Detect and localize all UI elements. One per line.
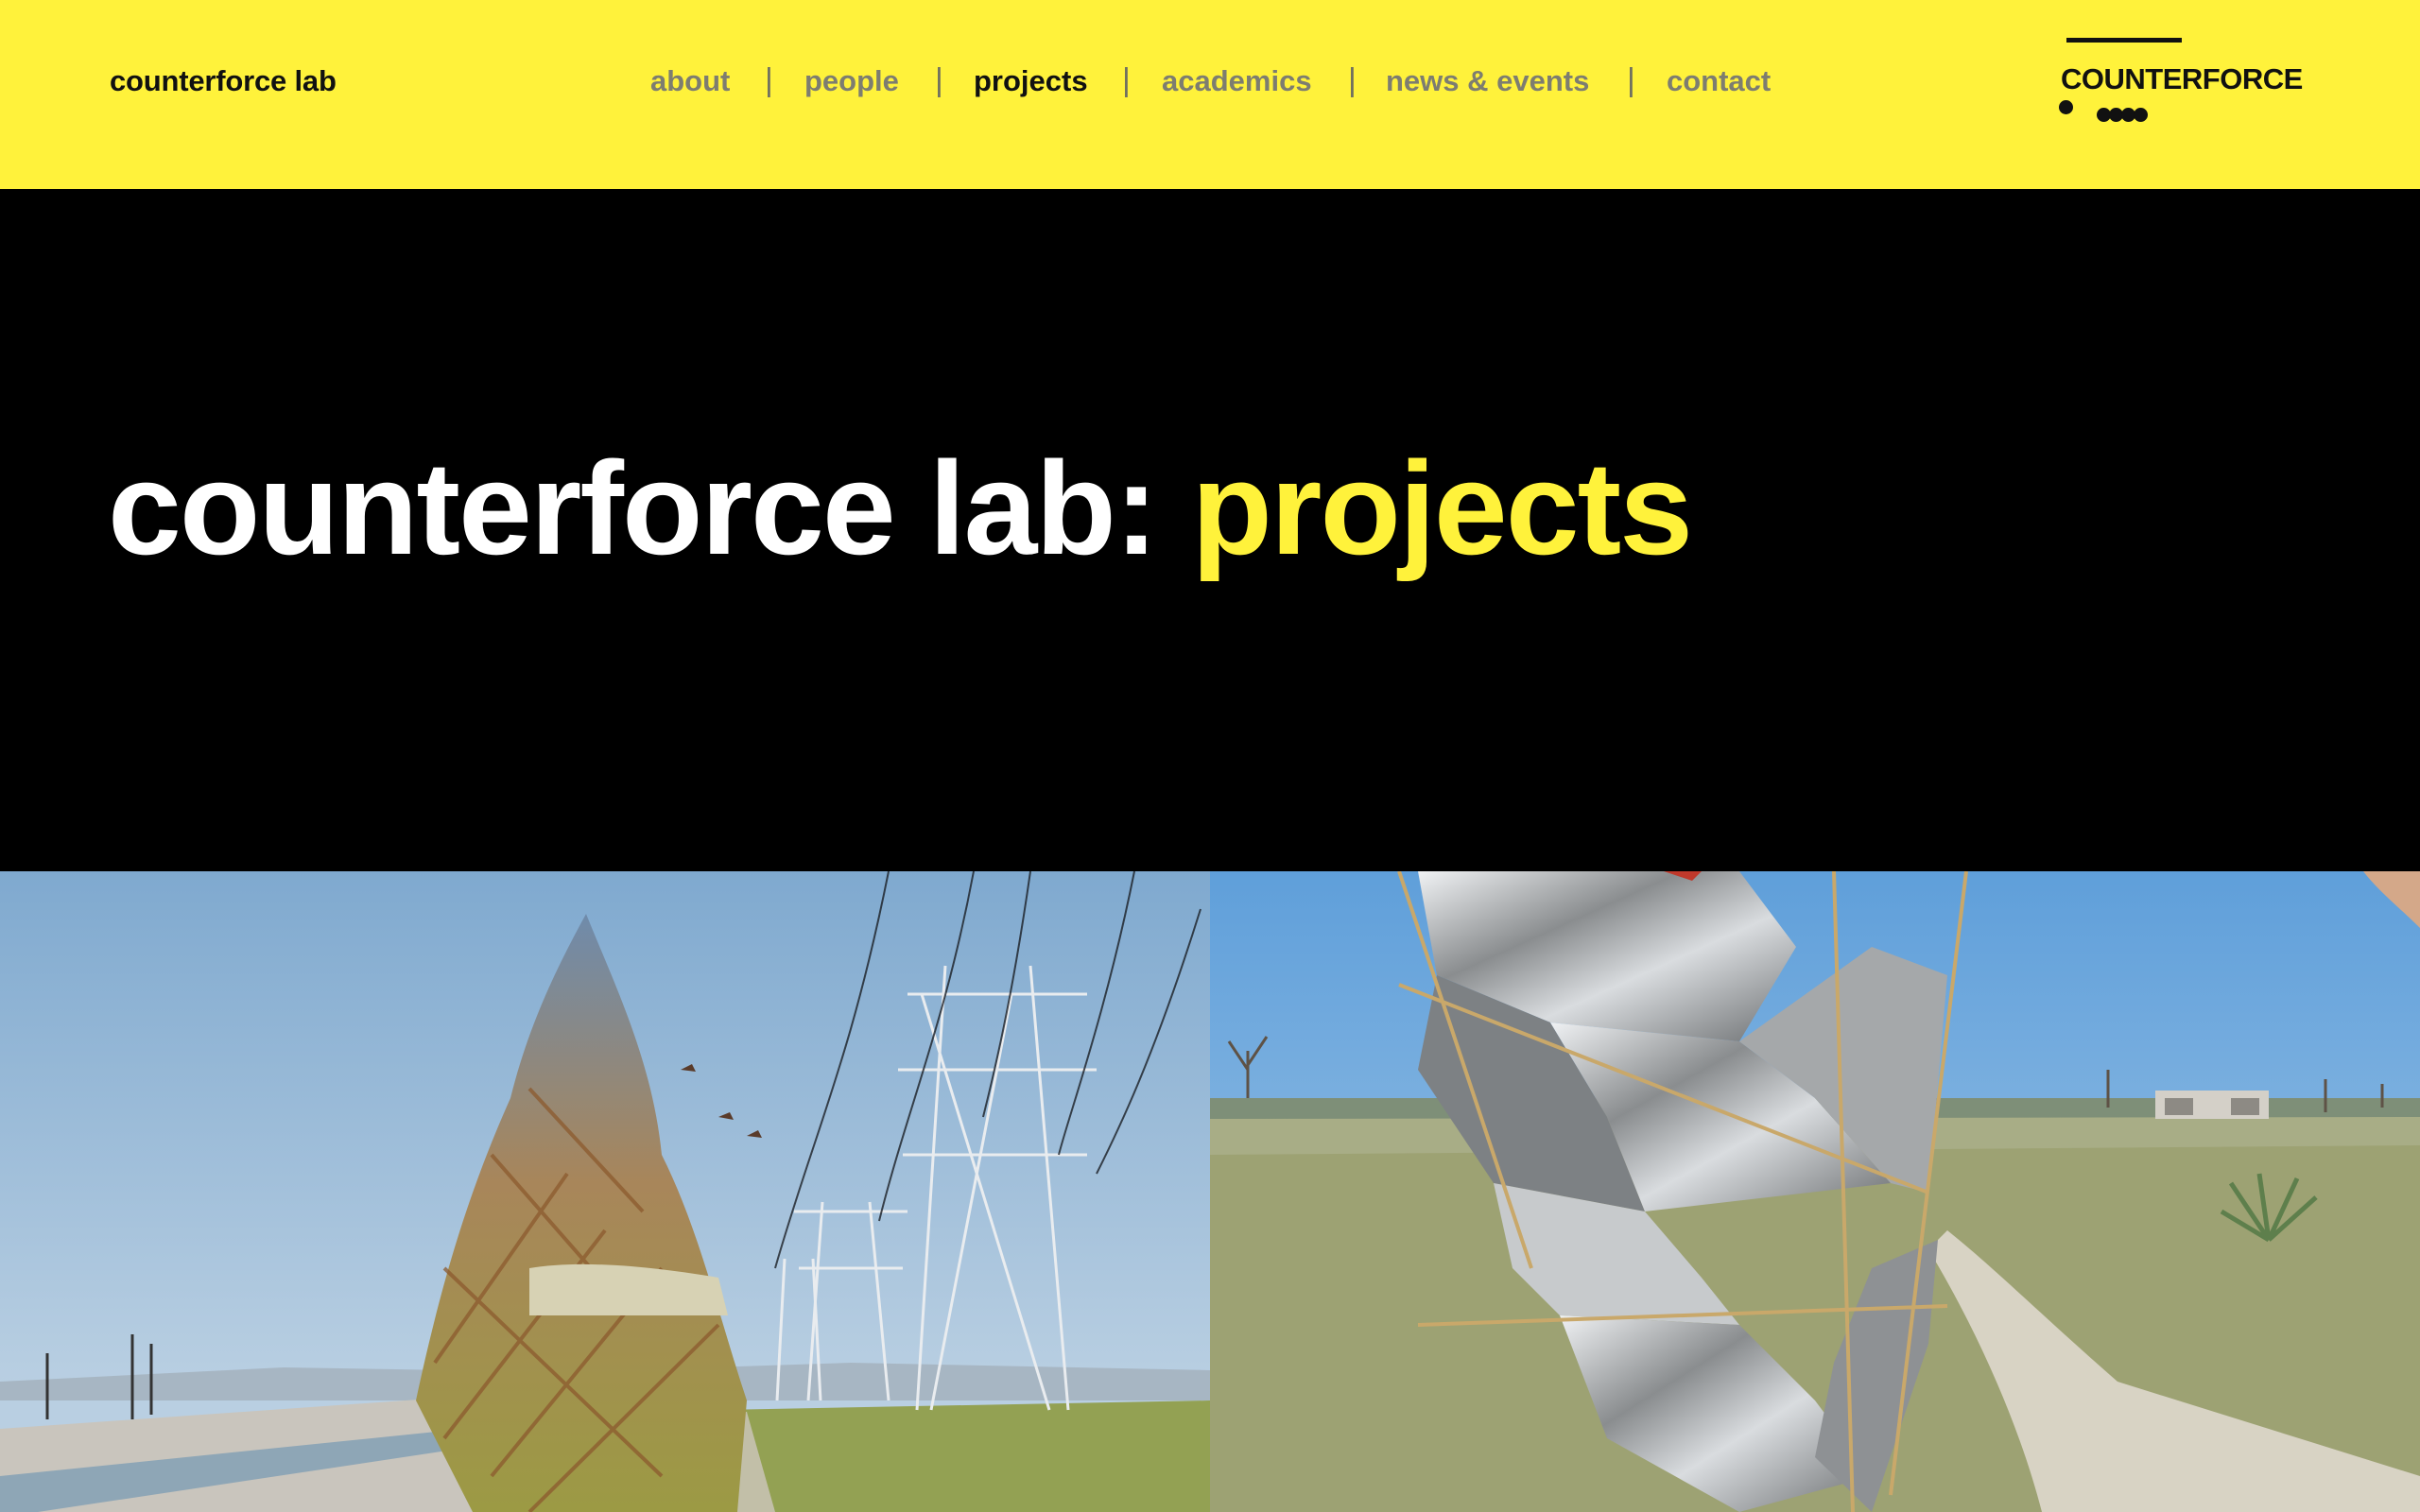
logo-bar xyxy=(2066,38,2182,43)
project-tile-tower-installation[interactable] xyxy=(0,871,1210,1512)
nav-item-news-events[interactable]: news & events xyxy=(1386,64,1589,98)
nav-item-academics[interactable]: academics xyxy=(1162,64,1312,98)
nav-separator: | xyxy=(1348,62,1357,98)
page-title-prefix: counterforce lab: xyxy=(108,434,1159,582)
logo-dot xyxy=(2059,100,2073,114)
site-header: counterforce lab about | people | projec… xyxy=(0,0,2420,189)
page-title: counterforce lab: projects xyxy=(108,442,1693,575)
nav-separator: | xyxy=(1122,62,1131,98)
nav-item-about[interactable]: about xyxy=(650,64,730,98)
project-image xyxy=(1210,871,2420,1512)
nav-separator: | xyxy=(1627,62,1635,98)
site-name-link[interactable]: counterforce lab xyxy=(110,64,337,98)
logo-text: COUNTERFORCE xyxy=(2061,62,2303,95)
project-tile-mirror-structure[interactable] xyxy=(1210,871,2420,1512)
nav-item-contact[interactable]: contact xyxy=(1667,64,1771,98)
page-title-highlight: projects xyxy=(1191,434,1693,582)
nav-separator: | xyxy=(935,62,943,98)
counterforce-logo[interactable]: COUNTERFORCE xyxy=(2059,36,2305,130)
nav-item-projects[interactable]: projects xyxy=(974,64,1088,98)
project-grid xyxy=(0,871,2420,1512)
project-image xyxy=(0,871,1210,1512)
nav-separator: | xyxy=(765,62,773,98)
hero-section: counterforce lab: projects xyxy=(0,189,2420,871)
nav-item-people[interactable]: people xyxy=(804,64,899,98)
logo-dot xyxy=(2134,108,2148,122)
